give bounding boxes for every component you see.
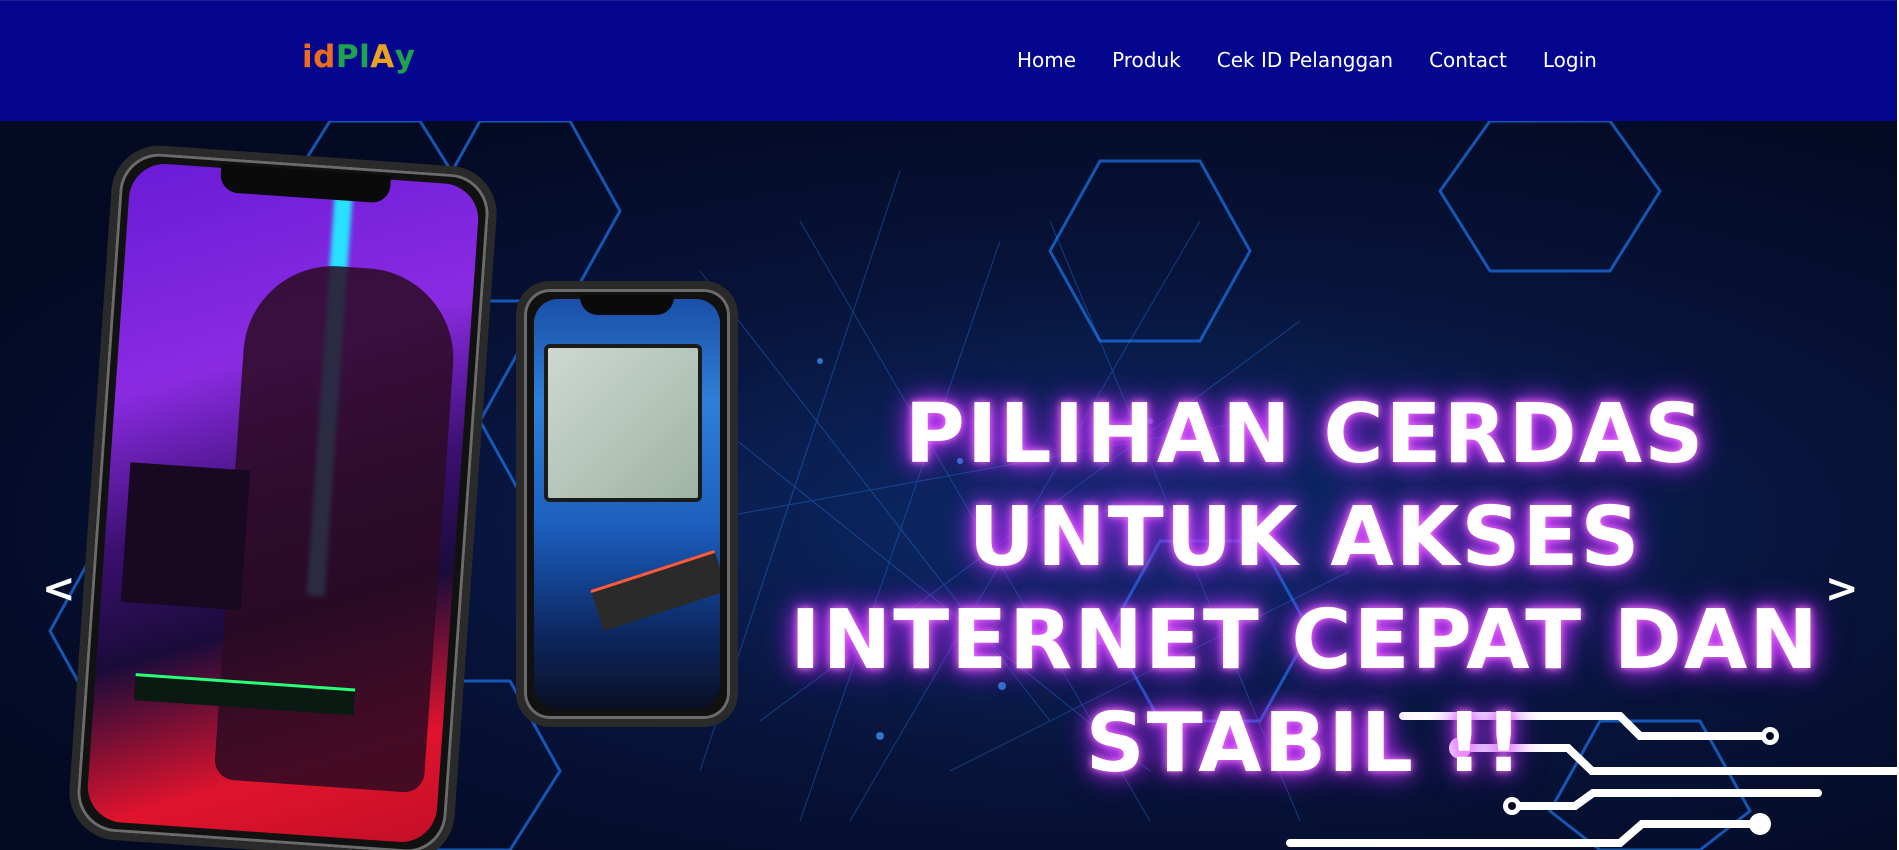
headline-line: STABIL !!: [1085, 696, 1525, 791]
keyboard-decor: [590, 549, 720, 632]
logo-letter: d: [313, 39, 336, 75]
carousel-next-button[interactable]: >: [1825, 569, 1859, 609]
phone-mockup-right: [516, 281, 738, 727]
logo-letter: i: [302, 39, 314, 75]
nav-produk[interactable]: Produk: [1112, 48, 1181, 72]
logo-letter: l: [359, 39, 371, 75]
main-nav: Home Produk Cek ID Pelanggan Contact Log…: [1017, 48, 1633, 72]
hero-banner: PILIHAN CERDAS UNTUK AKSES INTERNET CEPA…: [0, 121, 1897, 850]
nav-contact[interactable]: Contact: [1429, 48, 1507, 72]
carousel-prev-button[interactable]: <: [42, 569, 76, 609]
phone-notch: [579, 295, 675, 315]
idplay-logo[interactable]: idPlAy: [302, 39, 415, 79]
headline-line: PILIHAN CERDAS: [904, 387, 1706, 482]
nav-home[interactable]: Home: [1017, 48, 1076, 72]
logo-letter: y: [394, 39, 416, 75]
phone-mockup-left: [66, 142, 500, 850]
gaming-setup-photo: [534, 299, 720, 709]
gamer-photo: [85, 161, 481, 845]
logo-letter: A: [370, 39, 395, 75]
headline-line: INTERNET CEPAT DAN: [790, 593, 1820, 688]
logo-letter: P: [335, 39, 360, 75]
headline-line: UNTUK AKSES: [968, 490, 1642, 585]
hero-headline: PILIHAN CERDAS UNTUK AKSES INTERNET CEPA…: [760, 383, 1850, 795]
monitor-screen-decor: [544, 344, 702, 502]
nav-cek-id-pelanggan[interactable]: Cek ID Pelanggan: [1217, 48, 1393, 72]
monitor-decor: [120, 462, 251, 611]
top-navbar: idPlAy Home Produk Cek ID Pelanggan Cont…: [0, 0, 1897, 121]
nav-login[interactable]: Login: [1543, 48, 1597, 72]
